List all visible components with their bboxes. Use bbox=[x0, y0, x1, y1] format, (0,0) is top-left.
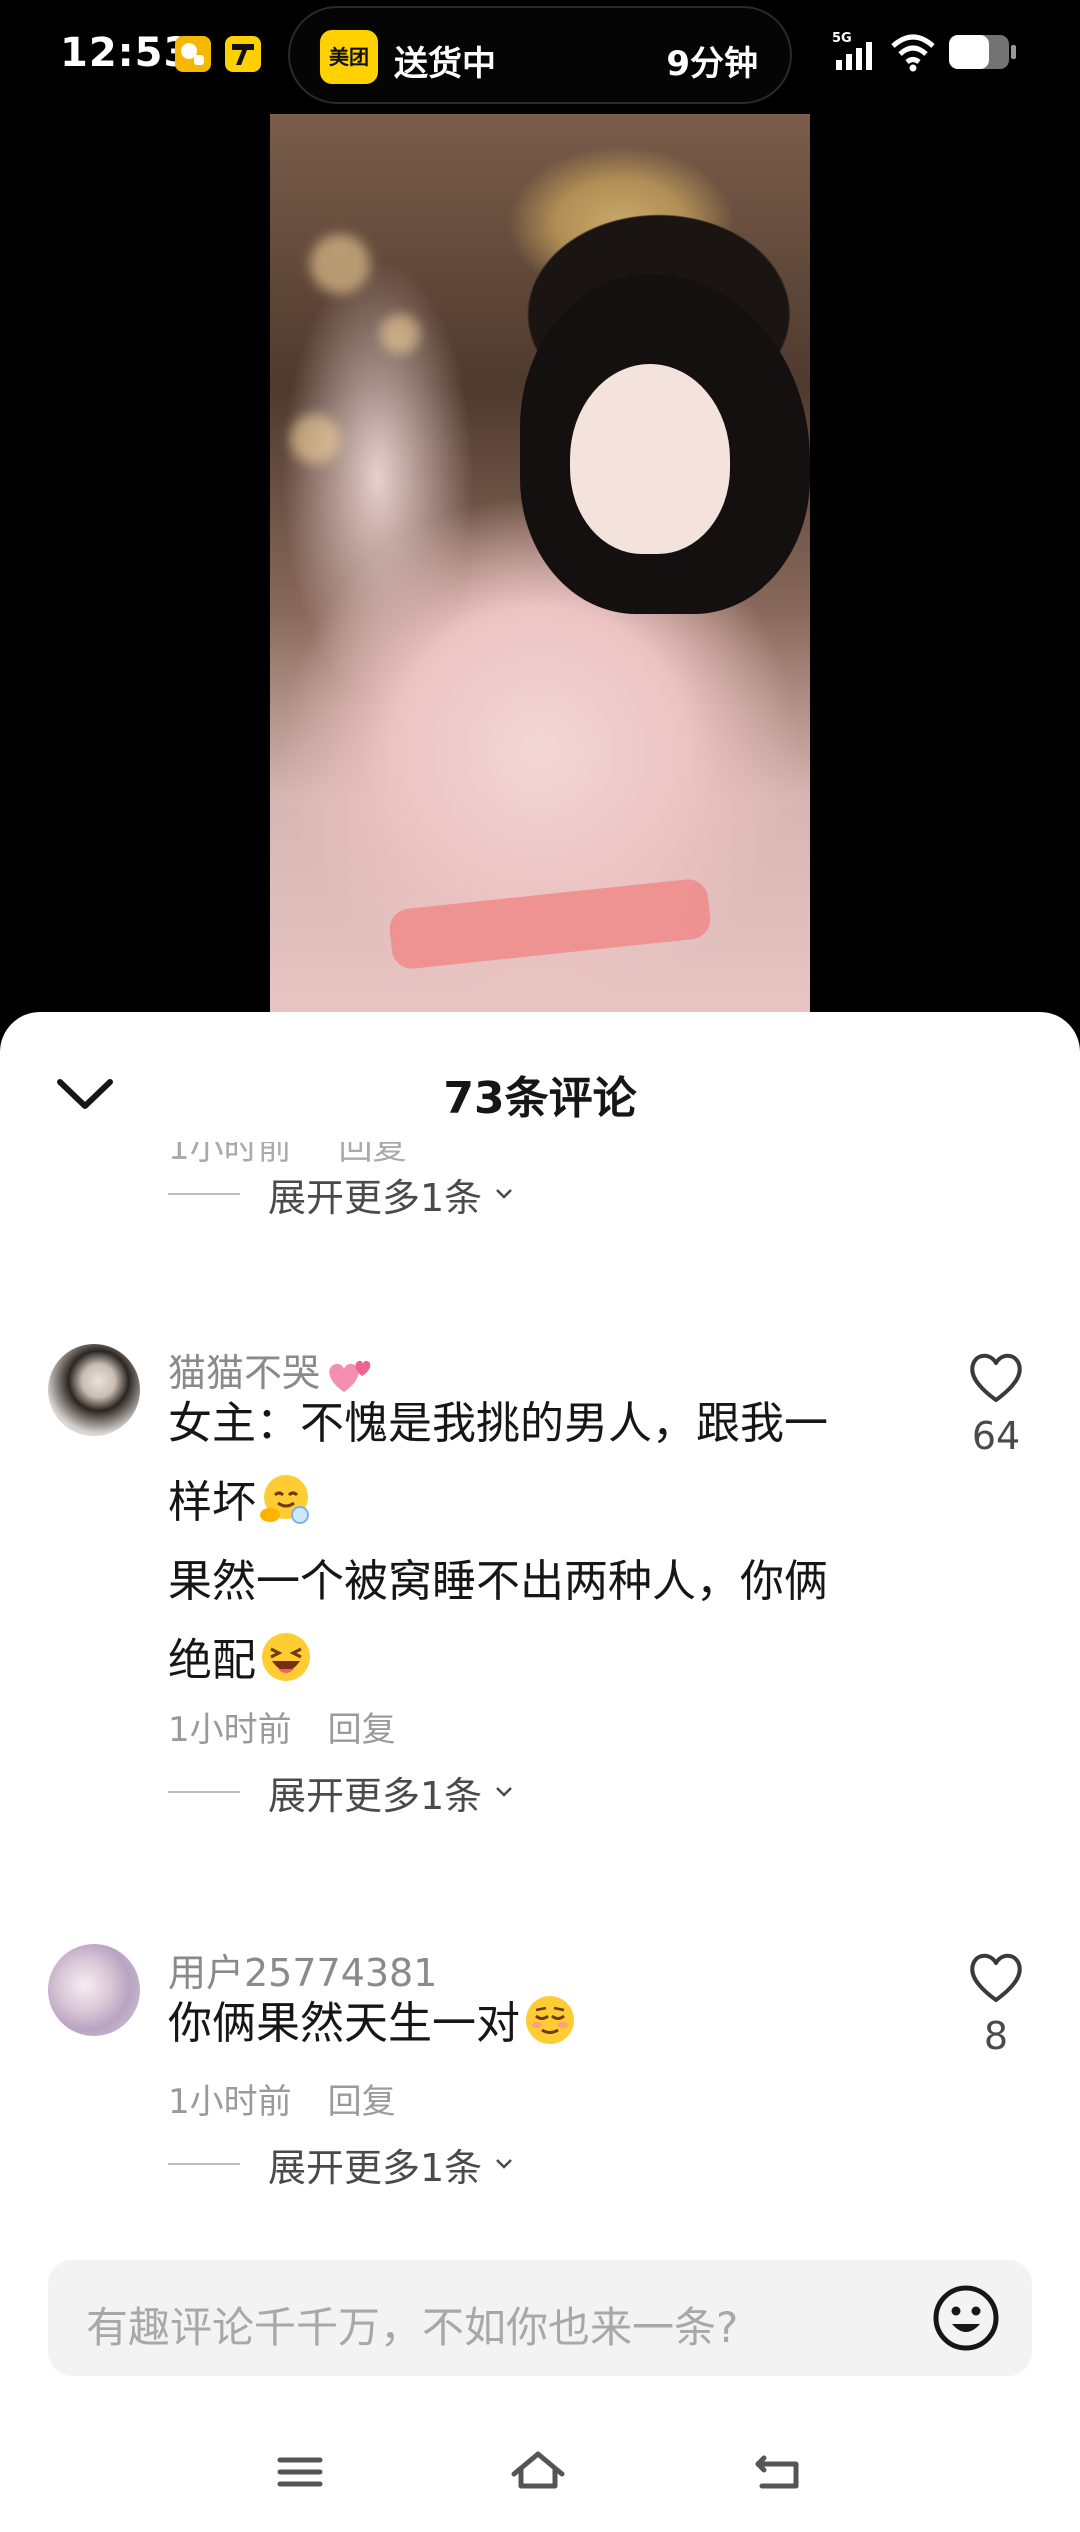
hugging-face-emoji bbox=[260, 1475, 309, 1524]
like-button[interactable]: 64 bbox=[960, 1350, 1032, 1458]
wifi-icon bbox=[891, 34, 935, 72]
home-icon[interactable] bbox=[508, 2442, 568, 2502]
menu-icon[interactable] bbox=[270, 2442, 330, 2502]
like-count: 64 bbox=[971, 1414, 1021, 1458]
expand-divider bbox=[168, 1193, 240, 1195]
battery-icon bbox=[949, 35, 1016, 69]
video-frame[interactable] bbox=[270, 114, 810, 1024]
video-player[interactable] bbox=[0, 110, 1080, 1030]
comment-meta: 1小时前 回复 bbox=[168, 2074, 396, 2123]
expand-replies-label: 展开更多1条 bbox=[268, 1773, 483, 1818]
heart-outline-icon bbox=[970, 1353, 1022, 1402]
network-type: 5G bbox=[832, 31, 852, 46]
delivery-status: 送货中 bbox=[394, 44, 496, 84]
reply-link[interactable]: 回复 bbox=[328, 2082, 396, 2122]
comment-meta: 1小时前 回复 bbox=[168, 1702, 396, 1751]
comment-input-placeholder: 有趣评论千千万，不如你也来一条? bbox=[86, 2303, 739, 2352]
expand-replies-label: 展开更多1条 bbox=[268, 2145, 483, 2190]
comment-line: 你俩果然天生一对 bbox=[168, 1998, 520, 2049]
relieved-face-emoji bbox=[526, 1996, 574, 2044]
meituan-logo: 美团 bbox=[320, 30, 378, 84]
system-nav-bar bbox=[0, 2400, 1080, 2532]
comment-line: 样坏 bbox=[168, 1477, 256, 1528]
expand-replies-button[interactable]: 展开更多1条 bbox=[168, 1164, 516, 1224]
status-time: 12:53 bbox=[60, 30, 193, 76]
like-count: 8 bbox=[983, 2014, 1009, 2058]
comment-line: 女主：不愧是我挑的男人，跟我一 bbox=[168, 1398, 828, 1449]
expand-replies-label: 展开更多1条 bbox=[268, 1175, 483, 1220]
meituan-notify-icon bbox=[175, 36, 211, 72]
comment-line: 果然一个被窝睡不出两种人，你俩 bbox=[168, 1556, 828, 1607]
comment-line-with-emoji: 绝配 bbox=[168, 1621, 908, 1700]
signal-icon: 5G bbox=[832, 31, 872, 70]
chevron-down-icon bbox=[496, 1787, 513, 1797]
comment-time: 1小时前 bbox=[168, 1710, 292, 1750]
video-figure-face bbox=[570, 364, 730, 554]
status-bar: 12:53 美团 送货中 9分钟 5G bbox=[0, 0, 1080, 110]
comment-line-with-emoji: 样坏 bbox=[168, 1463, 908, 1542]
screen: 12:53 美团 送货中 9分钟 5G 73条评论 1小时前 回复 展开更多1条… bbox=[0, 0, 1080, 2532]
emoji-picker-icon[interactable] bbox=[932, 2284, 1000, 2352]
video-figure-sash bbox=[387, 877, 713, 971]
live-activity-island[interactable]: 美团 送货中 9分钟 bbox=[288, 6, 792, 104]
video-bokeh bbox=[290, 414, 340, 464]
comment-count-title: 73条评论 bbox=[443, 1073, 637, 1124]
expand-divider bbox=[168, 2163, 240, 2165]
delivery-eta: 9分钟 bbox=[666, 44, 758, 84]
reply-link[interactable]: 回复 bbox=[328, 1710, 396, 1750]
system-icons: 5G bbox=[832, 30, 1022, 80]
video-bokeh bbox=[380, 314, 420, 354]
back-icon[interactable] bbox=[750, 2442, 810, 2502]
like-button[interactable]: 8 bbox=[960, 1950, 1032, 2058]
sheet-header: 73条评论 bbox=[0, 1012, 1080, 1142]
comment-time: 1小时前 bbox=[168, 2082, 292, 2122]
comment-line-with-emoji: 你俩果然天生一对 bbox=[168, 1984, 908, 2063]
laughing-squint-emoji bbox=[262, 1633, 310, 1681]
comments-sheet: 73条评论 1小时前 回复 展开更多1条 猫猫不哭 女主：不愧是我挑的男人，跟我… bbox=[0, 1012, 1080, 2532]
expand-divider bbox=[168, 1791, 240, 1793]
comment-text: 你俩果然天生一对 bbox=[168, 1984, 908, 2063]
video-bokeh bbox=[310, 234, 370, 294]
comment-input[interactable]: 有趣评论千千万，不如你也来一条? bbox=[48, 2260, 1032, 2376]
heart-outline-icon bbox=[970, 1953, 1022, 2002]
avatar[interactable] bbox=[48, 1344, 140, 1436]
chevron-down-icon bbox=[496, 1189, 513, 1199]
chevron-down-icon bbox=[496, 2159, 513, 2169]
expand-replies-button[interactable]: 展开更多1条 bbox=[168, 2134, 516, 2194]
meituan-7-icon bbox=[225, 36, 261, 72]
expand-replies-button[interactable]: 展开更多1条 bbox=[168, 1762, 516, 1822]
avatar[interactable] bbox=[48, 1944, 140, 2036]
comment-list[interactable]: 1小时前 回复 展开更多1条 猫猫不哭 女主：不愧是我挑的男人，跟我一 样坏 果… bbox=[0, 1142, 1080, 2252]
comment-line: 绝配 bbox=[168, 1635, 256, 1686]
comment-text: 女主：不愧是我挑的男人，跟我一 样坏 果然一个被窝睡不出两种人，你俩 绝配 bbox=[168, 1384, 908, 1700]
